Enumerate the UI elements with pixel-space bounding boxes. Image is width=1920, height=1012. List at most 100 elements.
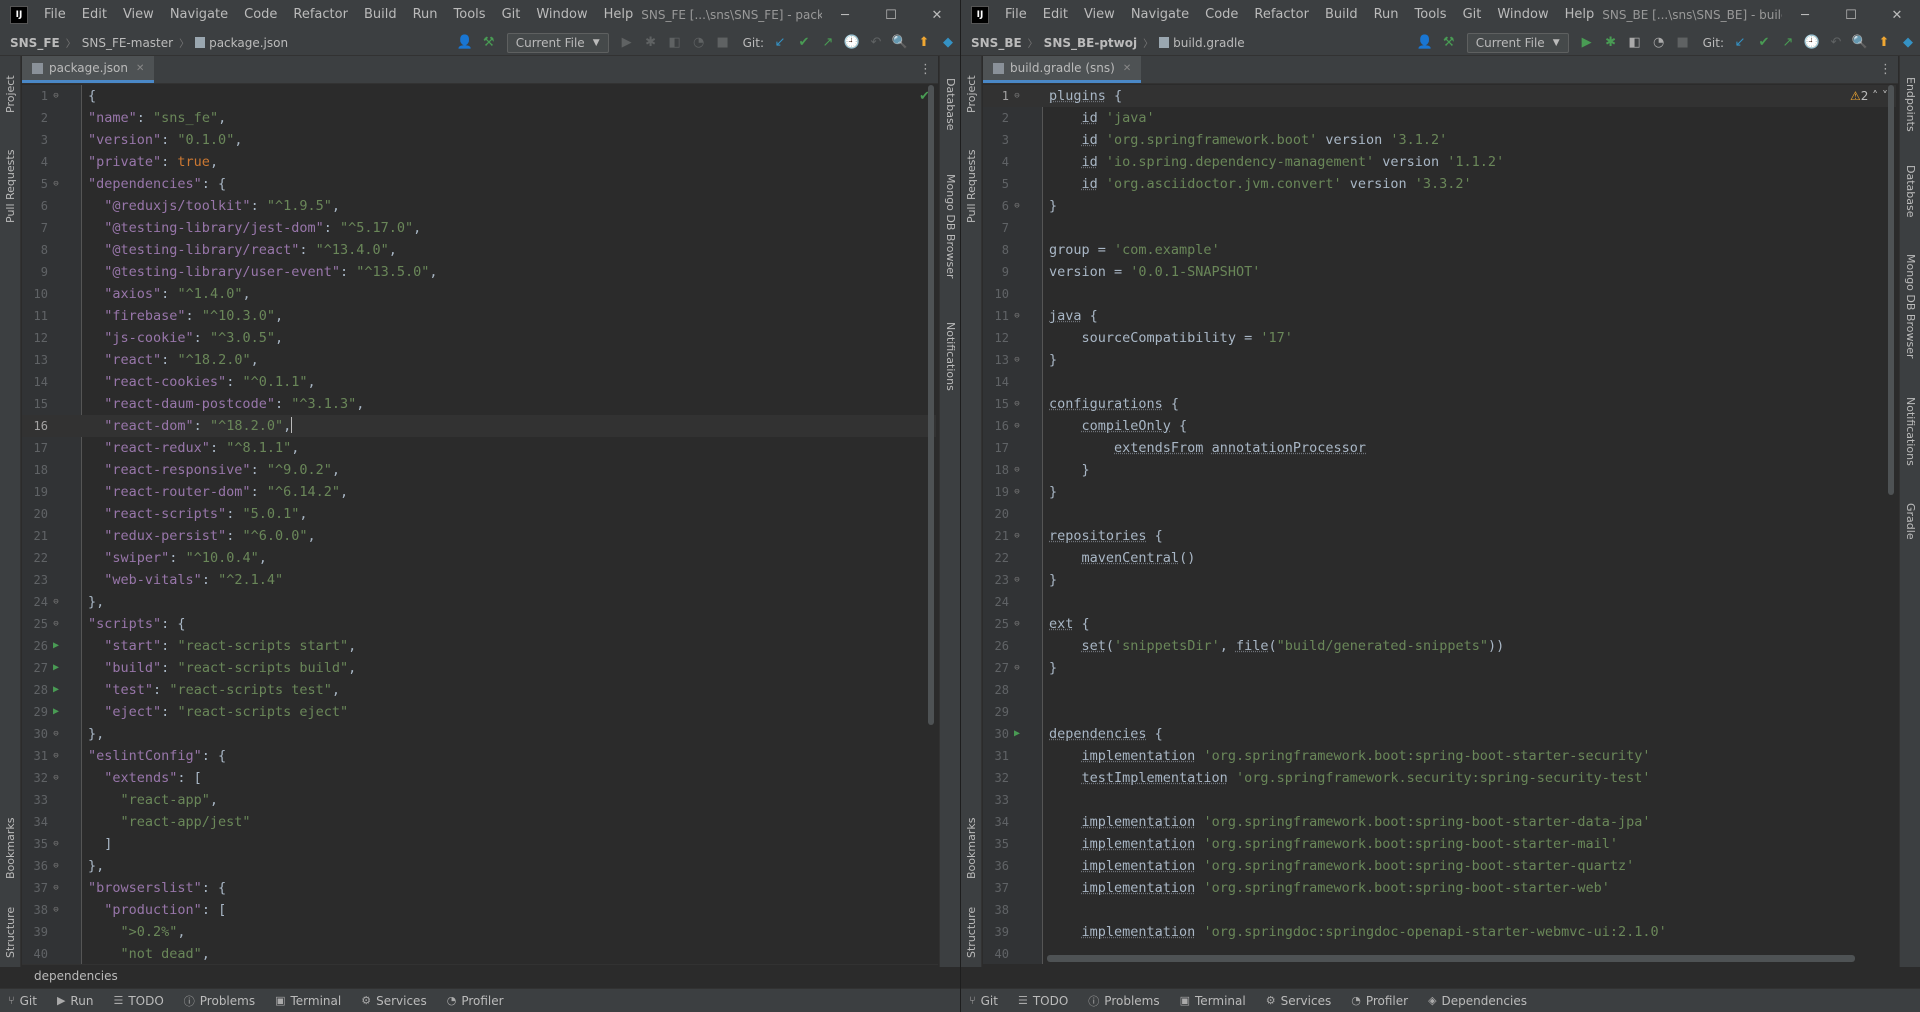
code-line[interactable]: 15 "react-daum-postcode": "^3.1.3", (22, 393, 936, 415)
breadcrumb-file[interactable]: build.gradle (1173, 36, 1245, 50)
line-number[interactable]: 25 (983, 613, 1009, 635)
code-line[interactable]: 35 implementation 'org.springframework.b… (983, 833, 1896, 855)
line-number[interactable]: 19 (983, 481, 1009, 503)
fold-icon[interactable]: ⊖ (50, 596, 62, 608)
run-gutter-icon[interactable]: ▶ (1011, 728, 1023, 740)
code-line[interactable]: 1 ⊖ { (22, 85, 936, 107)
fold-icon[interactable]: ⊖ (50, 838, 62, 850)
line-number[interactable]: 20 (22, 503, 48, 525)
code-line[interactable]: 15 ⊖ configurations { (983, 393, 1896, 415)
code-line[interactable]: 24 (983, 591, 1896, 613)
line-number[interactable]: 27 (983, 657, 1009, 679)
code-editor[interactable]: 1 ⊖ plugins {2 id 'java' 3 id 'org.springfr… (983, 85, 1896, 964)
line-number[interactable]: 39 (983, 921, 1009, 943)
code-line[interactable]: 18 ⊖ } (983, 459, 1896, 481)
plugin-icon[interactable]: ◆ (938, 33, 958, 53)
git-commit-icon[interactable]: ✔ (794, 33, 814, 53)
tool-git[interactable]: ⑂ Git (969, 994, 998, 1008)
line-number[interactable]: 17 (22, 437, 48, 459)
code-line[interactable]: 1 ⊖ plugins { (983, 85, 1896, 107)
fold-icon[interactable]: ⊖ (50, 618, 62, 630)
line-number[interactable]: 11 (22, 305, 48, 327)
line-number[interactable]: 16 (983, 415, 1009, 437)
line-number[interactable]: 2 (983, 107, 1009, 129)
git-update-icon[interactable]: ↙ (1730, 33, 1750, 53)
line-number[interactable]: 13 (22, 349, 48, 371)
tool-window-endpoints[interactable]: Endpoints (1902, 64, 1919, 144)
fold-icon[interactable]: ⊖ (1011, 530, 1023, 542)
menu-git[interactable]: Git (494, 0, 529, 30)
fold-icon[interactable]: ⊖ (1011, 398, 1023, 410)
code-line[interactable]: 37 ⊖ "browserslist": { (22, 877, 936, 899)
line-number[interactable]: 29 (22, 701, 48, 723)
code-line[interactable]: 34 implementation 'org.springframework.b… (983, 811, 1896, 833)
code-line[interactable]: 14 (983, 371, 1896, 393)
history-icon[interactable]: 🕘 (1802, 33, 1822, 53)
line-number[interactable]: 23 (22, 569, 48, 591)
tool-window-mongo-db-browser[interactable]: Mongo DB Browser (942, 156, 959, 296)
code-line[interactable]: 10 (983, 283, 1896, 305)
tool-window-notifications[interactable]: Notifications (1902, 381, 1919, 481)
line-number[interactable]: 17 (983, 437, 1009, 459)
intellij-logo-icon[interactable]: IJ (10, 6, 28, 24)
tool-window-database[interactable]: Database (942, 64, 959, 144)
menu-help[interactable]: Help (596, 0, 642, 30)
tab-build-gradle[interactable]: build.gradle (sns) ✕ (983, 56, 1142, 83)
line-number[interactable]: 21 (983, 525, 1009, 547)
fold-icon[interactable]: ⊖ (1011, 574, 1023, 586)
tool-window-bookmarks[interactable]: Bookmarks (2, 808, 19, 888)
intellij-logo-icon[interactable]: IJ (971, 6, 989, 24)
code-line[interactable]: 29 (983, 701, 1896, 723)
code-line[interactable]: 11 ⊖ java { (983, 305, 1896, 327)
close-tab-icon[interactable]: ✕ (136, 63, 144, 74)
code-line[interactable]: 6 "@reduxjs/toolkit": "^1.9.5", (22, 195, 936, 217)
search-icon[interactable]: 🔍 (1850, 33, 1870, 53)
tool-window-mongo-db-browser[interactable]: Mongo DB Browser (1902, 241, 1919, 371)
code-line[interactable]: 30 ⊖}, (22, 723, 936, 745)
code-line[interactable]: 3 id 'org.springframework.boot' version … (983, 129, 1896, 151)
breadcrumb-project[interactable]: SNS_BE (971, 36, 1022, 50)
line-number[interactable]: 1 (983, 85, 1009, 107)
line-number[interactable]: 37 (22, 877, 48, 899)
line-number[interactable]: 9 (983, 261, 1009, 283)
line-number[interactable]: 18 (983, 459, 1009, 481)
code-line[interactable]: 19 ⊖} (983, 481, 1896, 503)
code-line[interactable]: 2 "name": "sns_fe", (22, 107, 936, 129)
fold-icon[interactable]: ⊖ (50, 882, 62, 894)
line-number[interactable]: 15 (983, 393, 1009, 415)
tool-terminal[interactable]: ▣ Terminal (1180, 994, 1246, 1008)
close-tab-icon[interactable]: ✕ (1123, 63, 1131, 74)
tool-todo[interactable]: ☰ TODO (1018, 994, 1068, 1008)
breadcrumb-module[interactable]: SNS_BE-ptwoj (1044, 36, 1137, 50)
menu-navigate[interactable]: Navigate (1123, 0, 1197, 30)
code-line[interactable]: 36 implementation 'org.springframework.b… (983, 855, 1896, 877)
line-number[interactable]: 10 (983, 283, 1009, 305)
menu-file[interactable]: File (997, 0, 1035, 30)
rollback-icon[interactable]: ↶ (1826, 33, 1846, 53)
code-line[interactable]: 2 id 'java' (983, 107, 1896, 129)
debug-icon[interactable]: ✱ (641, 33, 661, 53)
code-line[interactable]: 10 "axios": "^1.4.0", (22, 283, 936, 305)
line-number[interactable]: 20 (983, 503, 1009, 525)
line-number[interactable]: 34 (22, 811, 48, 833)
code-line[interactable]: 17 "react-redux": "^8.1.1", (22, 437, 936, 459)
line-number[interactable]: 32 (983, 767, 1009, 789)
code-line[interactable]: 33 (983, 789, 1896, 811)
code-line[interactable]: 31 implementation 'org.springframework.b… (983, 745, 1896, 767)
line-number[interactable]: 35 (983, 833, 1009, 855)
menu-view[interactable]: View (1076, 0, 1123, 30)
line-number[interactable]: 4 (22, 151, 48, 173)
line-number[interactable]: 23 (983, 569, 1009, 591)
fold-icon[interactable]: ⊖ (50, 904, 62, 916)
line-number[interactable]: 40 (983, 943, 1009, 964)
run-gutter-icon[interactable]: ▶ (50, 706, 62, 718)
menu-window[interactable]: Window (1489, 0, 1556, 30)
code-line[interactable]: 4 "private": true, (22, 151, 936, 173)
user-icon[interactable]: 👤 (1415, 33, 1435, 53)
inspection-widget[interactable]: ⚠2 ˄ ˅ (1850, 89, 1888, 103)
build-hammer-icon[interactable]: ⚒ (1439, 33, 1459, 53)
fold-icon[interactable]: ⊖ (1011, 90, 1023, 102)
line-number[interactable]: 24 (983, 591, 1009, 613)
stop-icon[interactable]: ■ (713, 33, 733, 53)
menu-git[interactable]: Git (1455, 0, 1490, 30)
